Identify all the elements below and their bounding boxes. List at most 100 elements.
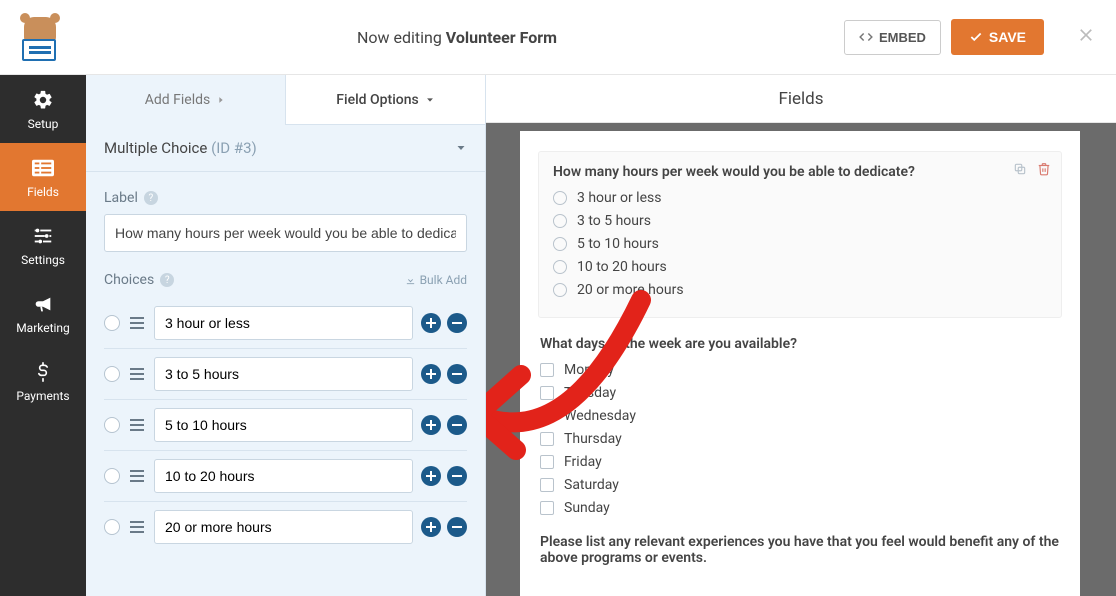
choice-input[interactable] xyxy=(154,357,413,391)
sidebar-item-setup[interactable]: Setup xyxy=(0,75,86,143)
add-choice-button[interactable] xyxy=(421,313,441,333)
option-label: Wednesday xyxy=(564,408,636,424)
preview-option[interactable]: 3 hour or less xyxy=(553,190,1047,206)
option-label: 5 to 10 hours xyxy=(577,236,659,252)
delete-button[interactable] xyxy=(1037,162,1051,180)
sidebar-item-marketing[interactable]: Marketing xyxy=(0,279,86,347)
save-label: SAVE xyxy=(989,29,1026,45)
add-choice-button[interactable] xyxy=(421,517,441,537)
sidebar-item-settings[interactable]: Settings xyxy=(0,211,86,279)
duplicate-button[interactable] xyxy=(1013,162,1027,180)
drag-handle-icon[interactable] xyxy=(128,317,146,329)
choice-row xyxy=(104,348,467,399)
add-choice-button[interactable] xyxy=(421,466,441,486)
checkbox-icon xyxy=(540,501,554,515)
sidebar-item-fields[interactable]: Fields xyxy=(0,143,86,211)
choice-input[interactable] xyxy=(154,306,413,340)
radio-icon xyxy=(553,260,567,274)
choice-default-radio[interactable] xyxy=(104,417,120,433)
preview-option[interactable]: Sunday xyxy=(540,500,1060,516)
embed-button[interactable]: EMBED xyxy=(844,20,941,55)
preview-header: Fields xyxy=(486,75,1116,123)
remove-choice-button[interactable] xyxy=(447,517,467,537)
preview-option[interactable]: 20 or more hours xyxy=(553,282,1047,298)
add-choice-button[interactable] xyxy=(421,415,441,435)
choice-input[interactable] xyxy=(154,510,413,544)
checkbox-icon xyxy=(540,478,554,492)
checkbox-icon xyxy=(540,432,554,446)
preview-option[interactable]: Saturday xyxy=(540,477,1060,493)
minus-icon xyxy=(452,369,462,379)
plus-icon xyxy=(426,522,436,532)
bulk-add-link[interactable]: Bulk Add xyxy=(405,273,467,287)
sidebar-item-payments[interactable]: Payments xyxy=(0,347,86,415)
remove-choice-button[interactable] xyxy=(447,466,467,486)
sidebar-label: Payments xyxy=(16,389,69,403)
minus-icon xyxy=(452,420,462,430)
chevron-right-icon xyxy=(216,95,226,105)
preview-option[interactable]: Wednesday xyxy=(540,408,1060,424)
option-label: Saturday xyxy=(564,477,619,493)
plus-icon xyxy=(426,420,436,430)
remove-choice-button[interactable] xyxy=(447,415,467,435)
add-choice-button[interactable] xyxy=(421,364,441,384)
preview-option[interactable]: Monday xyxy=(540,362,1060,378)
panel-tabs: Add Fields Field Options xyxy=(86,75,485,125)
field-label-input[interactable] xyxy=(104,214,467,252)
tab-label: Field Options xyxy=(336,92,418,108)
choice-default-radio[interactable] xyxy=(104,468,120,484)
field-section-header[interactable]: Multiple Choice (ID #3) xyxy=(86,125,485,172)
drag-handle-icon[interactable] xyxy=(128,419,146,431)
choice-input[interactable] xyxy=(154,459,413,493)
field-question-title: How many hours per week would you be abl… xyxy=(553,164,1047,180)
preview-option[interactable]: 3 to 5 hours xyxy=(553,213,1047,229)
preview-option[interactable]: Thursday xyxy=(540,431,1060,447)
field-type-title: Multiple Choice xyxy=(104,139,207,157)
plus-icon xyxy=(426,318,436,328)
preview-option[interactable]: 5 to 10 hours xyxy=(553,236,1047,252)
sidebar-label: Setup xyxy=(28,117,59,131)
option-label: Thursday xyxy=(564,431,622,447)
minus-icon xyxy=(452,522,462,532)
drag-handle-icon[interactable] xyxy=(128,470,146,482)
help-icon[interactable]: ? xyxy=(160,273,174,287)
radio-icon xyxy=(553,237,567,251)
preview-option[interactable]: 10 to 20 hours xyxy=(553,259,1047,275)
close-button[interactable] xyxy=(1076,25,1096,49)
preview-option[interactable]: Tuesday xyxy=(540,385,1060,401)
preview-field[interactable]: What days of the week are you available?… xyxy=(538,336,1062,516)
drag-handle-icon[interactable] xyxy=(128,368,146,380)
choice-row xyxy=(104,298,467,348)
close-icon xyxy=(1076,25,1096,45)
bulk-add-label: Bulk Add xyxy=(420,273,467,287)
option-label: Tuesday xyxy=(564,385,616,401)
choice-row xyxy=(104,399,467,450)
remove-choice-button[interactable] xyxy=(447,313,467,333)
sidebar-label: Fields xyxy=(27,185,59,199)
choice-default-radio[interactable] xyxy=(104,315,120,331)
sidebar-label: Settings xyxy=(21,253,65,267)
app-header: Now editing Volunteer Form EMBED SAVE xyxy=(0,0,1116,75)
wpforms-bear-icon xyxy=(18,15,62,59)
option-label: Friday xyxy=(564,454,602,470)
minus-icon xyxy=(452,471,462,481)
preview-field-selected[interactable]: How many hours per week would you be abl… xyxy=(538,151,1062,318)
label-heading: Label xyxy=(104,190,138,206)
preview-field[interactable]: Please list any relevant experiences you… xyxy=(538,534,1062,566)
drag-handle-icon[interactable] xyxy=(128,521,146,533)
option-label: Monday xyxy=(564,362,614,378)
tab-add-fields[interactable]: Add Fields xyxy=(86,75,286,125)
choice-default-radio[interactable] xyxy=(104,519,120,535)
save-button[interactable]: SAVE xyxy=(951,19,1044,55)
tab-field-options[interactable]: Field Options xyxy=(286,75,485,125)
choice-input[interactable] xyxy=(154,408,413,442)
dollar-icon xyxy=(33,361,53,383)
minus-icon xyxy=(452,318,462,328)
remove-choice-button[interactable] xyxy=(447,364,467,384)
checkbox-icon xyxy=(540,409,554,423)
help-icon[interactable]: ? xyxy=(144,191,158,205)
preview-option[interactable]: Friday xyxy=(540,454,1060,470)
choice-default-radio[interactable] xyxy=(104,366,120,382)
radio-icon xyxy=(553,283,567,297)
choice-row xyxy=(104,501,467,552)
